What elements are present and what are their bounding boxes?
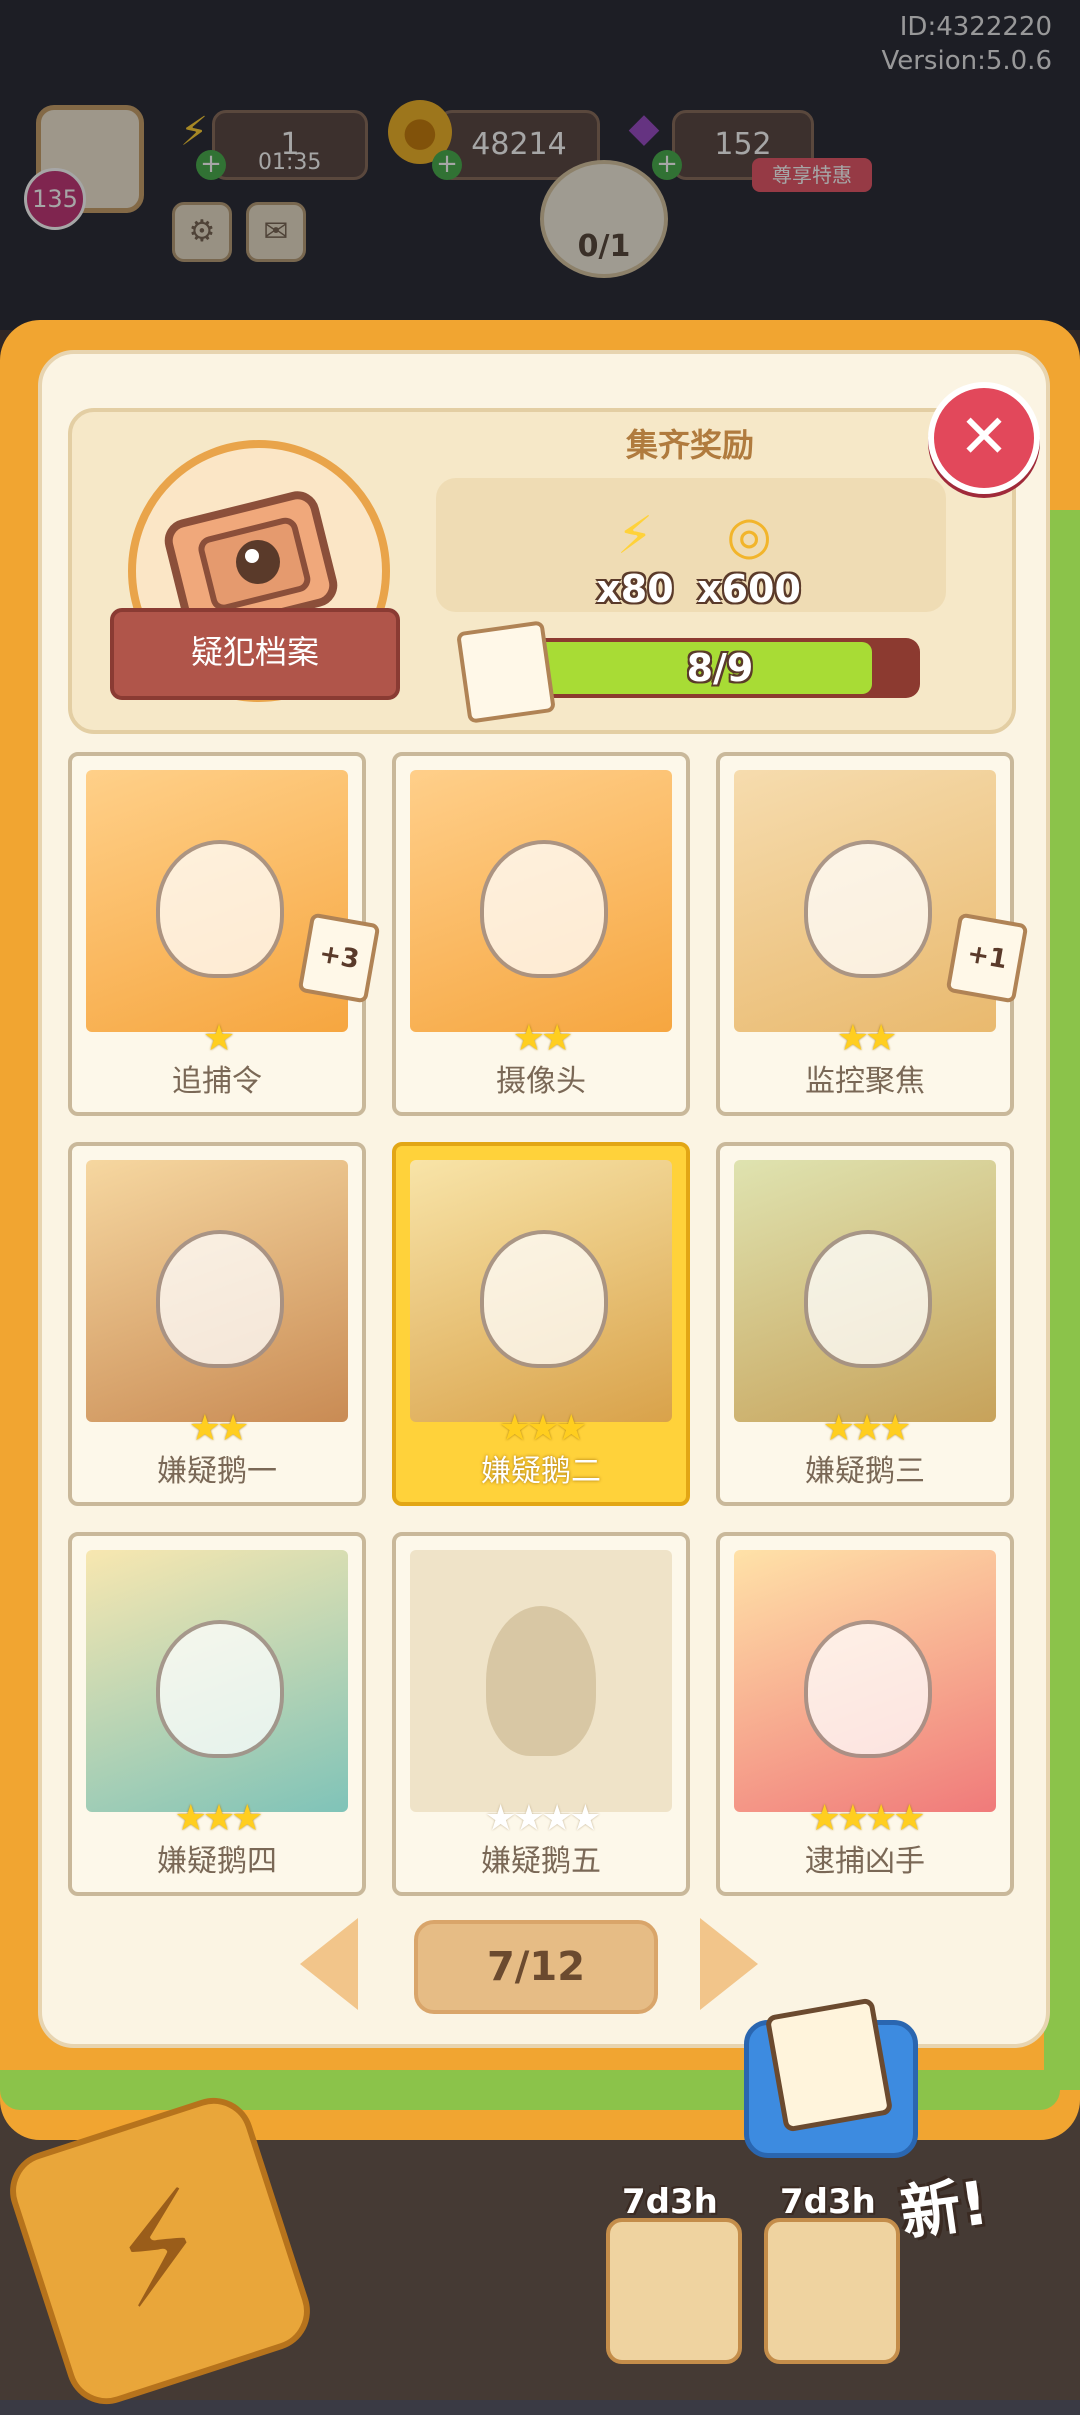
hooded-goose-icon [734, 1160, 996, 1422]
card-art-figure [804, 840, 932, 978]
card-art-figure [480, 1230, 608, 1368]
police-geese-icon [734, 1550, 996, 1812]
card-label: 追捕令 [172, 1064, 262, 1099]
star-rating-icon: ★★ [188, 1408, 250, 1449]
collection-card[interactable]: ★★★★ 嫌疑鹅五 [392, 1532, 690, 1896]
duplicate-count-badge: +1 [945, 912, 1029, 1004]
card-label: 监控聚焦 [805, 1064, 925, 1099]
card-label: 嫌疑鹅三 [805, 1454, 925, 1489]
coin-stack-icon: ◎ [726, 506, 772, 566]
album-card-icon [764, 1997, 894, 2133]
event-timer-left: 7d3h [622, 2182, 718, 2222]
headphone-goose-icon [86, 1550, 348, 1812]
collection-card[interactable]: ★★ 摄像头 [392, 752, 690, 1116]
star-rating-icon: ★★★ [822, 1408, 912, 1449]
card-art-figure [156, 1230, 284, 1368]
reward-coins-amount: x600 [697, 567, 801, 611]
star-rating-icon: ★ [202, 1018, 235, 1059]
collection-card[interactable]: ★★★★ 逮捕凶手 [716, 1532, 1014, 1896]
card-art-figure [804, 1230, 932, 1368]
page-indicator: 7/12 [414, 1920, 658, 2014]
close-button[interactable]: ✕ [928, 382, 1040, 494]
reward-coins: ◎ x600 [684, 505, 814, 611]
event-slot-right[interactable] [764, 2218, 900, 2364]
card-label: 嫌疑鹅二 [481, 1454, 601, 1489]
star-rating-icon: ★★★ [498, 1408, 588, 1449]
card-label: 嫌疑鹅四 [157, 1844, 277, 1879]
collection-progress-bar: 8/9 [520, 638, 920, 698]
collection-card[interactable]: ★★★ 嫌疑鹅三 [716, 1142, 1014, 1506]
event-slot-left[interactable] [606, 2218, 742, 2364]
collection-progress-text: 8/9 [686, 646, 754, 690]
collection-card[interactable]: ★ 追捕令 +3 [68, 752, 381, 1116]
collection-card[interactable]: ★★ 监控聚焦 +1 [716, 752, 1029, 1116]
security-camera-icon [410, 770, 672, 1032]
boxing-geese-icon [410, 1160, 672, 1422]
card-label: 嫌疑鹅一 [157, 1454, 277, 1489]
sleeping-goose-icon [86, 1160, 348, 1422]
prev-page-arrow-icon[interactable] [300, 1918, 358, 2010]
goose-silhouette-icon [486, 1606, 596, 1756]
card-art-figure [804, 1620, 932, 1758]
card-label: 摄像头 [496, 1064, 586, 1099]
star-rating-icon: ★★ [512, 1018, 574, 1059]
card-label: 逮捕凶手 [805, 1844, 925, 1879]
collection-card[interactable]: ★★★ 嫌疑鹅四 [68, 1532, 366, 1896]
card-art-figure [156, 1620, 284, 1758]
duplicate-count-badge: +3 [297, 912, 381, 1004]
card-art-figure [480, 840, 608, 978]
reward-energy-amount: x80 [596, 567, 674, 611]
energy-bolt-icon: ⚡ [616, 506, 654, 566]
next-page-arrow-icon[interactable] [700, 1918, 758, 2010]
collection-card[interactable]: ★★ 嫌疑鹅一 [68, 1142, 366, 1506]
card-label: 嫌疑鹅五 [481, 1844, 601, 1879]
star-rating-icon: ★★★ [174, 1798, 264, 1839]
star-rating-icon: ★★ [836, 1018, 898, 1059]
event-timer-right: 7d3h [780, 2182, 876, 2222]
silhouette-icon [410, 1550, 672, 1812]
card-stack-icon [456, 620, 556, 724]
collection-card[interactable]: ★★★ 嫌疑鹅二 [392, 1142, 690, 1506]
star-rating-icon: ★★★★ [484, 1798, 601, 1839]
album-name: 疑犯档案 [110, 608, 400, 700]
reward-title: 集齐奖励 [625, 426, 754, 464]
star-rating-icon: ★★★★ [808, 1798, 925, 1839]
card-art-figure [156, 840, 284, 978]
new-tag: 新! [896, 2168, 993, 2250]
reward-energy: ⚡ x80 [570, 505, 700, 611]
